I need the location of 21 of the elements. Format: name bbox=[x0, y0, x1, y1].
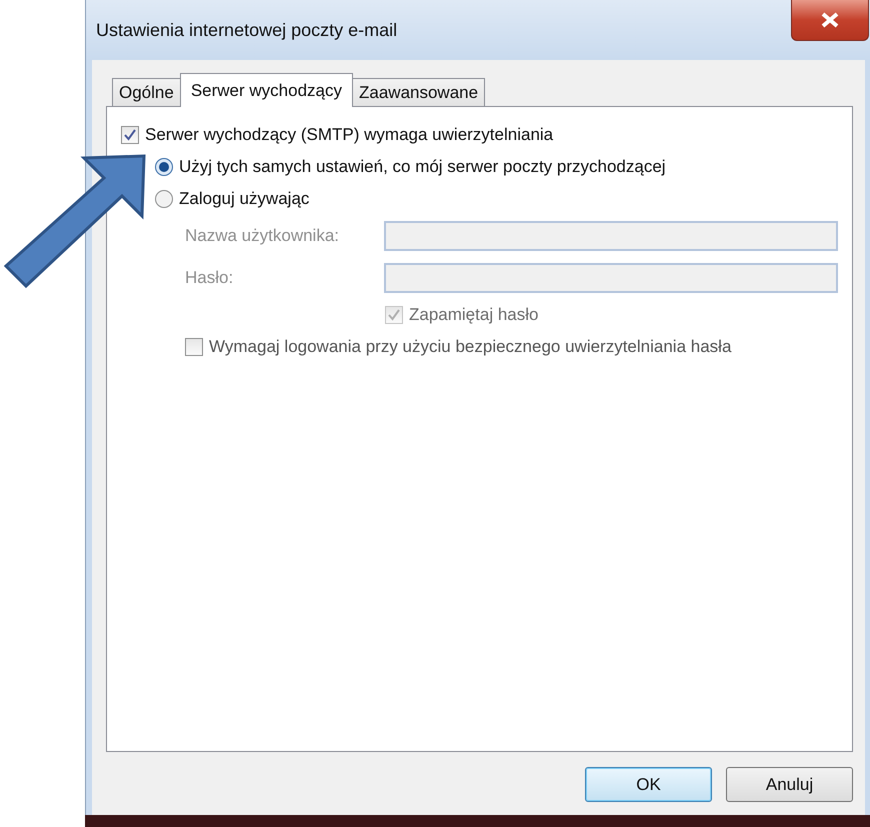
tab[interactable]: Ogólne bbox=[112, 78, 181, 106]
input-field[interactable] bbox=[384, 221, 838, 251]
radio-button[interactable] bbox=[155, 190, 173, 208]
dialog-button[interactable]: OK bbox=[585, 767, 712, 802]
dialog-button[interactable]: Anuluj bbox=[726, 767, 853, 802]
tab[interactable]: Serwer wychodzący bbox=[180, 73, 353, 107]
close-icon bbox=[820, 12, 840, 28]
checkbox-label: Wymagaj logowania przy użyciu bezpiecznego uwierzytelniania hasła bbox=[209, 337, 732, 357]
checkbox-label: Zapamiętaj hasło bbox=[409, 305, 538, 325]
radio-label: Zaloguj używając bbox=[179, 189, 310, 209]
checkbox[interactable] bbox=[185, 338, 203, 356]
checkbox[interactable] bbox=[121, 126, 139, 144]
field-label: Hasło: bbox=[185, 268, 234, 288]
checkbox-label: Serwer wychodzący (SMTP) wymaga uwierzytelniania bbox=[145, 125, 554, 145]
tab[interactable]: Zaawansowane bbox=[352, 78, 486, 106]
input-field[interactable] bbox=[384, 263, 838, 293]
close-button[interactable] bbox=[791, 0, 869, 41]
radio-label: Użyj tych samych ustawień, co mój serwer poczty przychodzącej bbox=[179, 157, 666, 177]
radio-button[interactable] bbox=[155, 158, 173, 176]
field-label: Nazwa użytkownika: bbox=[185, 226, 340, 246]
window-title: Ustawienia internetowej poczty e-mail bbox=[96, 20, 398, 40]
